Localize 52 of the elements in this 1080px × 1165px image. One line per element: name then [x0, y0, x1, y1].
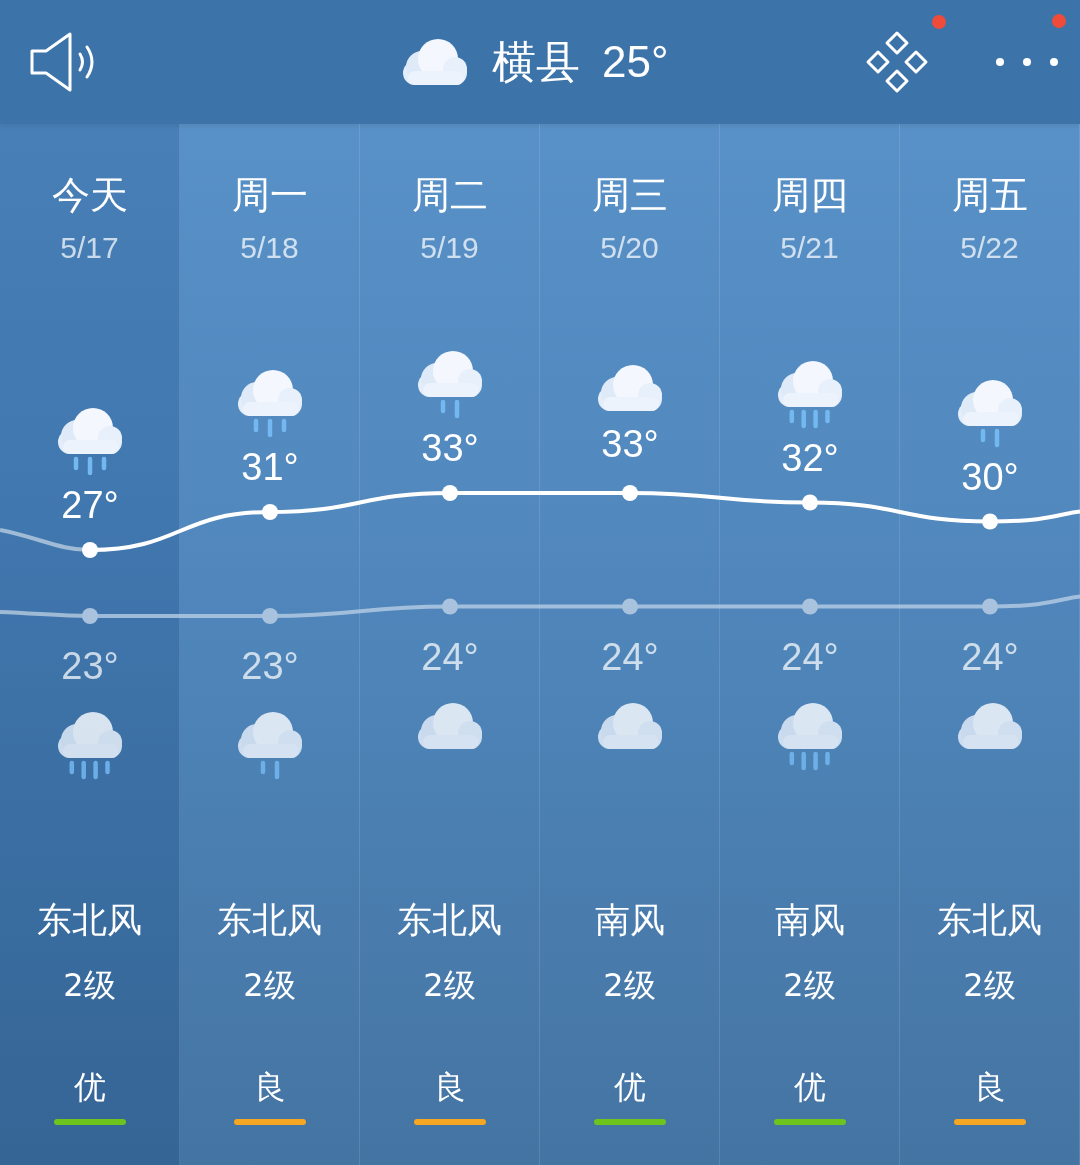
day-name: 周四 [771, 172, 848, 219]
wind-level: 2级 [63, 965, 116, 1005]
high-temperature: 33° [601, 422, 659, 466]
day-name: 周三 [591, 172, 668, 219]
day-date: 5/22 [960, 230, 1019, 266]
air-quality: 良 [973, 1067, 1006, 1107]
low-temperature: 24° [601, 634, 659, 679]
air-quality: 优 [793, 1067, 826, 1107]
wind-level: 2级 [603, 965, 656, 1005]
wind-direction: 东北风 [37, 899, 142, 942]
diamond-grid-icon [864, 29, 930, 95]
wind-direction: 南风 [594, 899, 665, 942]
air-quality: 优 [73, 1067, 106, 1107]
day-name: 今天 [51, 172, 128, 219]
day-date: 5/21 [780, 230, 839, 266]
low-temperature: 24° [421, 634, 479, 679]
air-quality: 优 [613, 1067, 646, 1107]
wind-direction: 南风 [774, 899, 845, 942]
wind-level: 2级 [783, 965, 836, 1005]
day-name: 周一 [231, 172, 308, 219]
day-date: 5/17 [60, 230, 119, 266]
day-date: 5/18 [240, 230, 299, 266]
wind-level: 2级 [243, 965, 296, 1005]
day-date: 5/19 [420, 230, 479, 266]
current-temperature: 25° [602, 37, 669, 87]
high-temperature: 33° [421, 426, 479, 470]
high-temperature: 27° [61, 483, 119, 527]
wind-direction: 东北风 [397, 899, 502, 942]
wind-level: 2级 [423, 965, 476, 1005]
day-column[interactable]: 周二 5/19 东北风 2级 良 33° 24° [360, 124, 540, 1165]
day-date: 5/20 [600, 230, 659, 266]
city-name: 横县 [492, 34, 580, 89]
high-temperature: 30° [961, 454, 1019, 499]
day-name: 周五 [951, 172, 1028, 219]
air-quality: 良 [253, 1067, 286, 1107]
wind-direction: 东北风 [217, 899, 322, 942]
air-quality: 良 [433, 1067, 466, 1107]
day-column[interactable]: 周三 5/20 南风 2级 优 33° 24° [540, 124, 720, 1165]
more-icon [995, 57, 1059, 67]
low-temperature: 24° [781, 634, 839, 679]
day-column[interactable]: 周四 5/21 南风 2级 优 32° 24° [720, 124, 900, 1165]
high-temperature: 31° [241, 445, 299, 489]
high-temperature: 32° [781, 435, 839, 480]
low-temperature: 24° [961, 634, 1019, 679]
wind-direction: 东北风 [937, 899, 1042, 942]
day-column[interactable]: 今天 5/17 东北风 2级 优 27° 23° [0, 124, 180, 1165]
wind-level: 2级 [963, 965, 1016, 1005]
low-temperature: 23° [241, 644, 299, 688]
day-name: 周二 [411, 172, 488, 219]
day-column[interactable]: 周一 5/18 东北风 2级 良 31° 23° [180, 124, 360, 1165]
day-column[interactable]: 周五 5/22 东北风 2级 良 30° 24° [900, 124, 1080, 1165]
low-temperature: 23° [61, 644, 119, 688]
